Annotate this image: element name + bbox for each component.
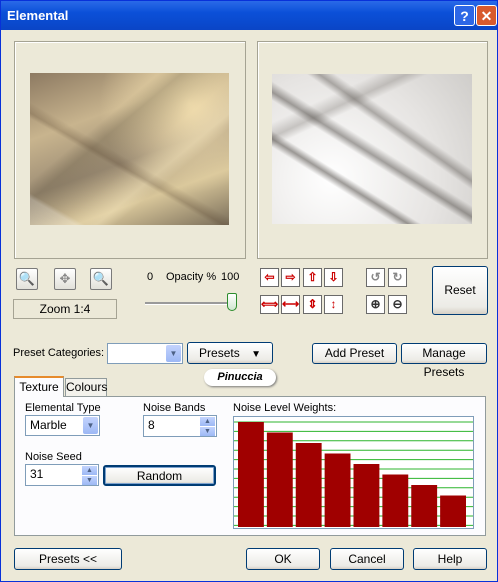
weight-bar-3[interactable]	[295, 443, 322, 527]
rotate-left-icon[interactable]: ↺	[366, 268, 385, 287]
title-bar: Elemental ? ✕	[1, 1, 497, 30]
weight-bar-2[interactable]	[266, 432, 293, 528]
elemental-type-select[interactable]: Marble ▼	[25, 415, 100, 436]
weight-bar-5[interactable]	[353, 464, 380, 527]
opacity-label: Opacity %	[166, 271, 217, 283]
opacity-max-label: 100	[221, 271, 240, 283]
zoom-in-texture-icon[interactable]: ⊕	[366, 295, 385, 314]
noise-seed-label: Noise Seed	[25, 451, 82, 463]
help-button[interactable]: Help	[413, 548, 487, 570]
random-button[interactable]: Random	[103, 465, 216, 486]
noise-weights-svg	[234, 421, 473, 528]
rotate-right-icon[interactable]: ↻	[388, 268, 407, 287]
move-right-icon[interactable]: ⇨	[281, 268, 300, 287]
cancel-button[interactable]: Cancel	[330, 548, 404, 570]
manage-presets-button[interactable]: Manage Presets	[401, 343, 487, 379]
source-preview-image[interactable]	[30, 73, 229, 225]
tab-colours[interactable]: Colours	[65, 378, 107, 396]
spin-up-icon[interactable]: ▲	[82, 466, 97, 475]
weight-bar-7[interactable]	[411, 485, 438, 527]
preset-categories-label: Preset Categories:	[13, 347, 105, 359]
chevron-down-icon[interactable]: ▼	[83, 417, 98, 434]
elemental-dialog: Elemental ? ✕ 🔍 ✥ 🔍 Zoom 1:4 0 Opacity %…	[0, 0, 498, 582]
watermark-logo: Pinuccia	[204, 369, 276, 386]
noise-seed-input[interactable]: 31 ▲ ▼	[25, 464, 99, 486]
stretch-horizontal-icon[interactable]: ⟺	[260, 295, 279, 314]
weight-bar-8[interactable]	[440, 495, 466, 528]
weight-bar-4[interactable]	[324, 453, 351, 528]
opacity-min-label: 0	[147, 271, 154, 283]
spin-up-icon[interactable]: ▲	[200, 417, 215, 426]
chevron-down-icon[interactable]: ▼	[166, 345, 181, 362]
preset-categories-select[interactable]: ▼	[107, 343, 183, 364]
noise-bands-input[interactable]: 8 ▲ ▼	[143, 415, 217, 437]
presets-toggle-button[interactable]: Presets <<	[14, 548, 122, 570]
dropdown-arrow-icon: ▼	[251, 349, 261, 360]
tab-texture[interactable]: Texture	[14, 376, 64, 397]
spin-down-icon[interactable]: ▼	[82, 476, 97, 485]
presets-menu-button[interactable]: Presets ▼	[187, 342, 273, 364]
pan-icon[interactable]: ✥	[54, 268, 76, 290]
help-icon[interactable]: ?	[454, 5, 475, 26]
opacity-slider-track[interactable]	[145, 302, 237, 305]
noise-weights-chart[interactable]	[233, 416, 474, 529]
presets-menu-label: Presets	[199, 346, 240, 360]
move-up-icon[interactable]: ⇧	[303, 268, 322, 287]
zoom-out-texture-icon[interactable]: ⊖	[388, 295, 407, 314]
noise-bands-label: Noise Bands	[143, 402, 206, 414]
shrink-vertical-icon[interactable]: ↕	[324, 295, 343, 314]
close-icon[interactable]: ✕	[476, 5, 497, 26]
elemental-type-value: Marble	[30, 418, 67, 432]
zoom-out-icon[interactable]: 🔍	[90, 268, 112, 290]
noise-weights-label: Noise Level Weights:	[233, 402, 337, 414]
weight-bar-6[interactable]	[382, 474, 409, 528]
window-title: Elemental	[7, 8, 69, 23]
add-preset-button[interactable]: Add Preset	[312, 343, 397, 364]
reset-button[interactable]: Reset	[432, 266, 488, 315]
noise-bands-value: 8	[148, 418, 155, 432]
weight-bar-1[interactable]	[238, 422, 264, 527]
move-down-icon[interactable]: ⇩	[324, 268, 343, 287]
spin-down-icon[interactable]: ▼	[200, 427, 215, 436]
ok-button[interactable]: OK	[246, 548, 320, 570]
elemental-type-label: Elemental Type	[25, 402, 101, 414]
opacity-slider-thumb[interactable]	[227, 293, 237, 311]
zoom-level: Zoom 1:4	[13, 299, 117, 319]
noise-seed-value: 31	[30, 467, 44, 481]
result-preview-image	[272, 74, 472, 224]
zoom-in-icon[interactable]: 🔍	[16, 268, 38, 290]
stretch-vertical-icon[interactable]: ⇕	[303, 295, 322, 314]
move-left-icon[interactable]: ⇦	[260, 268, 279, 287]
shrink-horizontal-icon[interactable]: ⟷	[281, 295, 300, 314]
